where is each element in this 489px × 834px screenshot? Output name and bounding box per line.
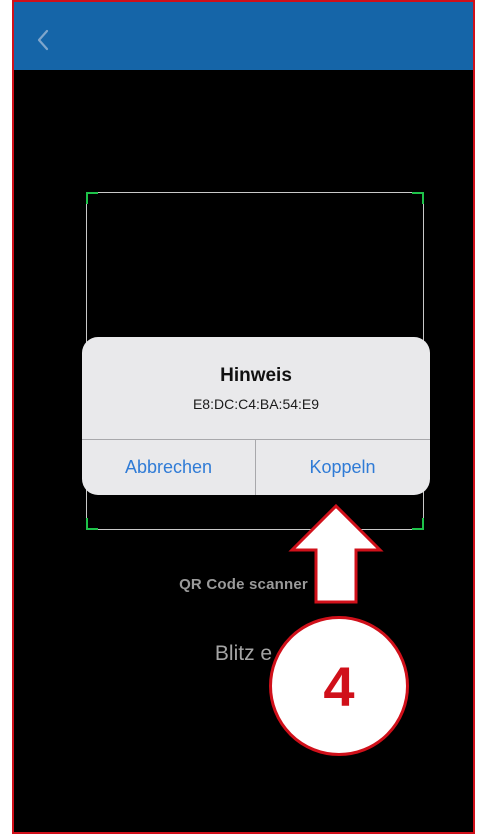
chevron-left-icon[interactable] <box>36 29 50 51</box>
scan-corner-top-left <box>86 192 98 204</box>
step-number-badge: 4 <box>269 616 409 756</box>
pairing-alert-dialog: Hinweis E8:DC:C4:BA:54:E9 Abbrechen Kopp… <box>82 337 430 495</box>
alert-mac-address: E8:DC:C4:BA:54:E9 <box>192 396 320 412</box>
cancel-button[interactable]: Abbrechen <box>82 440 255 495</box>
navigation-bar <box>14 2 473 70</box>
scan-corner-bottom-right <box>412 518 424 530</box>
pair-button[interactable]: Koppeln <box>256 440 429 495</box>
alert-title: Hinweis <box>220 365 292 386</box>
phone-screen: QR Code scanner Blitz e Hinweis E8:DC:C4… <box>12 0 475 834</box>
qr-scanner-label: QR Code scanner <box>179 576 308 593</box>
arrow-up-icon <box>288 503 384 604</box>
scan-corner-top-right <box>412 192 424 204</box>
scan-corner-bottom-left <box>86 518 98 530</box>
